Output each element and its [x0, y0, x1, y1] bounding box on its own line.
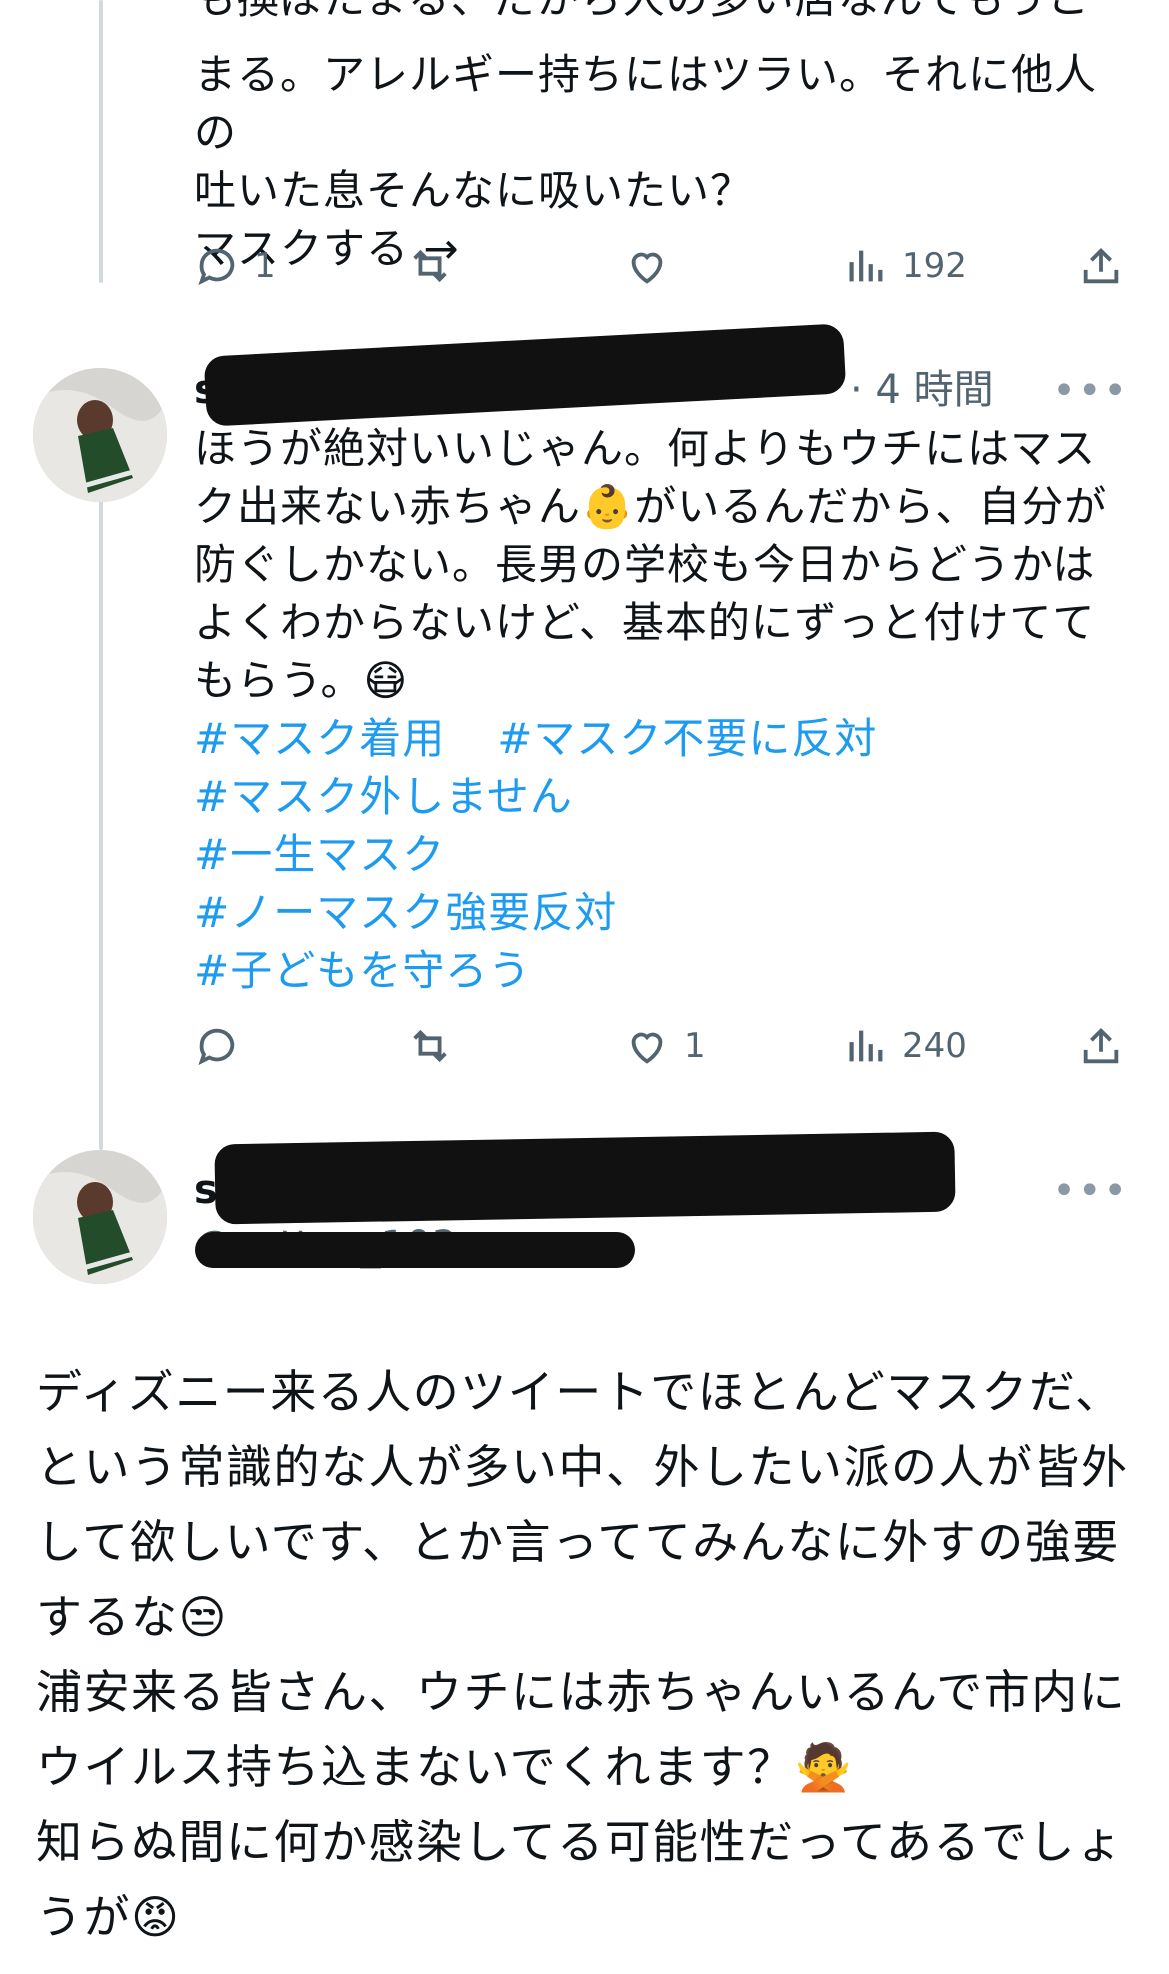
redaction-mark — [214, 1131, 956, 1225]
avatar[interactable] — [33, 368, 167, 502]
views-button[interactable]: 192 — [842, 236, 967, 296]
thread-line — [99, 0, 103, 283]
redaction-mark — [203, 323, 847, 427]
views-button[interactable]: 240 — [842, 1016, 967, 1076]
share-button[interactable] — [1078, 236, 1124, 296]
retweet-icon — [413, 1029, 447, 1063]
more-options-button[interactable]: ••• — [1052, 1168, 1129, 1214]
share-icon — [1083, 247, 1119, 284]
thread-line — [99, 410, 103, 1150]
retweet-button[interactable] — [407, 1016, 453, 1076]
hashtag-list: #マスク着用 #マスク不要に反対 #マスク外しません #一生マスク #ノーマスク強… — [194, 710, 1124, 1000]
reply-icon — [198, 248, 235, 286]
reply-button[interactable]: 1 — [194, 236, 276, 296]
like-icon — [631, 252, 663, 284]
like-button[interactable] — [624, 236, 670, 296]
hashtag-link[interactable]: #子どもを守ろう — [194, 942, 531, 1000]
views-count: 192 — [902, 246, 967, 286]
main-tweet-text: ディズニー来る人のツイートでほとんどマスクだ、 という常識的な人が多い中、外した… — [36, 1365, 1129, 1944]
like-count: 1 — [684, 1026, 706, 1066]
more-options-button[interactable]: ••• — [1052, 368, 1129, 414]
hashtag-line: #マスク着用 #マスク不要に反対 — [194, 710, 1124, 768]
reply-icon — [198, 1028, 235, 1066]
avatar[interactable] — [33, 1150, 167, 1284]
views-icon — [849, 1030, 883, 1062]
tweet-time[interactable]: · 4 時間 — [850, 362, 994, 418]
hashtag-link[interactable]: #マスク不要に反対 — [497, 710, 877, 768]
reply-count: 1 — [254, 246, 276, 286]
like-button[interactable]: 1 — [624, 1016, 706, 1076]
hashtag-link[interactable]: #マスク着用 — [194, 710, 445, 768]
hashtag-link[interactable]: #一生マスク — [194, 826, 445, 884]
retweet-button[interactable] — [407, 236, 453, 296]
views-icon — [849, 250, 883, 282]
reply-button[interactable] — [194, 1016, 240, 1076]
tweet-text: ほうが絶対いいじゃん。何よりもウチにはマス ク出来ない赤ちゃん👶がいるんだから、… — [194, 424, 1108, 705]
tweet-actions: 1 192 — [194, 236, 1134, 296]
hashtag-line: #子どもを守ろう — [194, 942, 1124, 1000]
tweet-actions: 1 240 — [194, 1016, 1134, 1076]
redaction-mark — [195, 1232, 635, 1268]
retweet-icon — [413, 249, 447, 283]
hashtag-link[interactable]: #ノーマスク強要反対 — [194, 884, 617, 942]
tweet-text-cut: も換ぼたまる、だから人の多い店なんてもうこた — [194, 0, 1124, 20]
like-icon — [631, 1032, 663, 1064]
views-count: 240 — [902, 1026, 967, 1066]
hashtag-link[interactable]: #マスク外しません — [194, 768, 573, 826]
hashtag-line: #ノーマスク強要反対 — [194, 884, 1124, 942]
share-icon — [1083, 1027, 1119, 1064]
hashtag-line: #マスク外しません — [194, 768, 1124, 826]
share-button[interactable] — [1078, 1016, 1124, 1076]
hashtag-line: #一生マスク — [194, 826, 1124, 884]
